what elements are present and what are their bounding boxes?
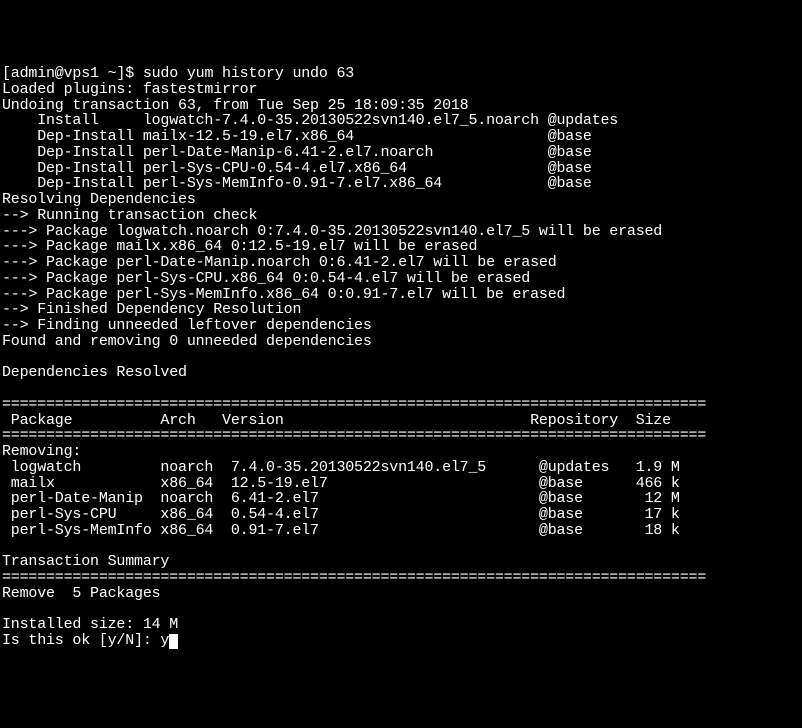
- confirm-prompt[interactable]: Is this ok [y/N]: y: [2, 632, 169, 649]
- table-row: perl-Sys-MemInfo x86_64 0.91-7.el7 @base…: [2, 522, 680, 539]
- output-line: Resolving Dependencies: [2, 191, 196, 208]
- output-line: --> Finding unneeded leftover dependenci…: [2, 317, 372, 334]
- output-line: Dependencies Resolved: [2, 364, 187, 381]
- output-line: Loaded plugins: fastestmirror: [2, 81, 257, 98]
- command-input: sudo yum history undo 63: [143, 65, 354, 82]
- output-line: Dep-Install mailx-12.5-19.el7.x86_64 @ba…: [2, 128, 592, 145]
- output-line: --> Running transaction check: [2, 207, 257, 224]
- divider: ========================================…: [2, 396, 706, 413]
- section-label: Transaction Summary: [2, 553, 169, 570]
- output-line: Dep-Install perl-Sys-MemInfo-0.91-7.el7.…: [2, 175, 592, 192]
- output-line: Dep-Install perl-Date-Manip-6.41-2.el7.n…: [2, 144, 592, 161]
- terminal[interactable]: [admin@vps1 ~]$ sudo yum history undo 63…: [2, 66, 800, 649]
- table-row: perl-Sys-CPU x86_64 0.54-4.el7 @base 17 …: [2, 506, 680, 523]
- output-line: ---> Package perl-Sys-CPU.x86_64 0:0.54-…: [2, 270, 530, 287]
- output-line: Found and removing 0 unneeded dependenci…: [2, 333, 372, 350]
- prompt: [admin@vps1 ~]$: [2, 65, 143, 82]
- table-header: Package Arch Version Repository Size: [2, 412, 671, 429]
- output-line: Dep-Install perl-Sys-CPU-0.54-4.el7.x86_…: [2, 160, 592, 177]
- divider: ========================================…: [2, 569, 706, 586]
- output-line: --> Finished Dependency Resolution: [2, 301, 301, 318]
- output-line: ---> Package mailx.x86_64 0:12.5-19.el7 …: [2, 238, 477, 255]
- output-line: ---> Package perl-Sys-MemInfo.x86_64 0:0…: [2, 286, 565, 303]
- divider: ========================================…: [2, 427, 706, 444]
- table-row: perl-Date-Manip noarch 6.41-2.el7 @base …: [2, 490, 680, 507]
- output-line: Remove 5 Packages: [2, 585, 160, 602]
- output-line: Undoing transaction 63, from Tue Sep 25 …: [2, 97, 468, 114]
- table-row: mailx x86_64 12.5-19.el7 @base 466 k: [2, 475, 680, 492]
- section-label: Removing:: [2, 443, 81, 460]
- output-line: Install logwatch-7.4.0-35.20130522svn140…: [2, 112, 618, 129]
- cursor-icon: [169, 634, 178, 649]
- output-line: ---> Package perl-Date-Manip.noarch 0:6.…: [2, 254, 557, 271]
- output-line: ---> Package logwatch.noarch 0:7.4.0-35.…: [2, 223, 662, 240]
- output-line: Installed size: 14 M: [2, 616, 178, 633]
- table-row: logwatch noarch 7.4.0-35.20130522svn140.…: [2, 459, 680, 476]
